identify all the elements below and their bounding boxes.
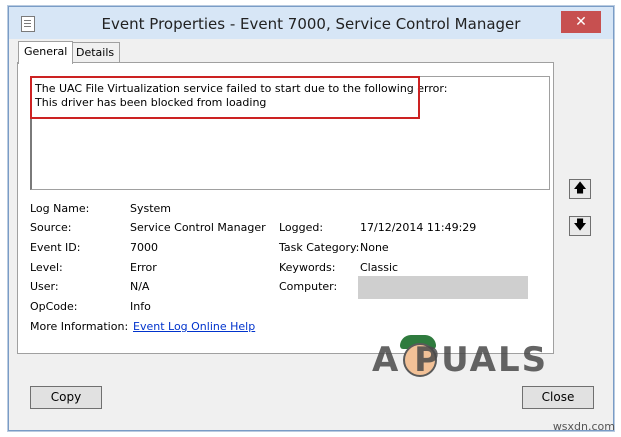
source-credit: wsxdn.com [552, 420, 615, 433]
close-button[interactable]: Close [522, 386, 594, 409]
user-label: User: [30, 280, 59, 293]
keywords-label: Keywords: [279, 261, 336, 274]
next-event-button[interactable]: 🡇 [569, 216, 591, 236]
arrow-down-icon: 🡇 [573, 218, 587, 233]
more-information-label: More Information: [30, 320, 129, 333]
computer-label: Computer: [279, 280, 338, 293]
close-window-button[interactable]: ✕ [561, 11, 601, 33]
source-label: Source: [30, 221, 72, 234]
user-value: N/A [130, 280, 150, 293]
level-label: Level: [30, 261, 63, 274]
log-name-value: System [130, 202, 172, 215]
copy-button[interactable]: Copy [30, 386, 102, 409]
event-id-value: 7000 [130, 241, 158, 254]
source-value: Service Control Manager [130, 221, 266, 234]
tab-details[interactable]: Details [70, 42, 121, 63]
task-category-label: Task Category: [279, 241, 360, 254]
opcode-value: Info [130, 300, 151, 313]
logged-label: Logged: [279, 221, 324, 234]
window-title: Event Properties - Event 7000, Service C… [101, 15, 521, 33]
watermark-logo: A PUALS [372, 340, 549, 380]
logged-value: 17/12/2014 11:49:29 [360, 221, 477, 234]
log-name-label: Log Name: [30, 202, 90, 215]
previous-event-button[interactable]: 🡅 [569, 179, 591, 199]
title-bar: Event Properties - Event 7000, Service C… [9, 7, 613, 39]
keywords-value: Classic [360, 261, 399, 274]
event-id-label: Event ID: [30, 241, 81, 254]
event-log-online-help-link[interactable]: Event Log Online Help [133, 320, 255, 333]
level-value: Error [130, 261, 157, 274]
computer-value-redacted [358, 276, 528, 299]
opcode-label: OpCode: [30, 300, 78, 313]
task-category-value: None [360, 241, 389, 254]
arrow-up-icon: 🡅 [573, 181, 587, 196]
tab-general[interactable]: General [18, 41, 74, 64]
error-highlight-box [30, 76, 420, 119]
